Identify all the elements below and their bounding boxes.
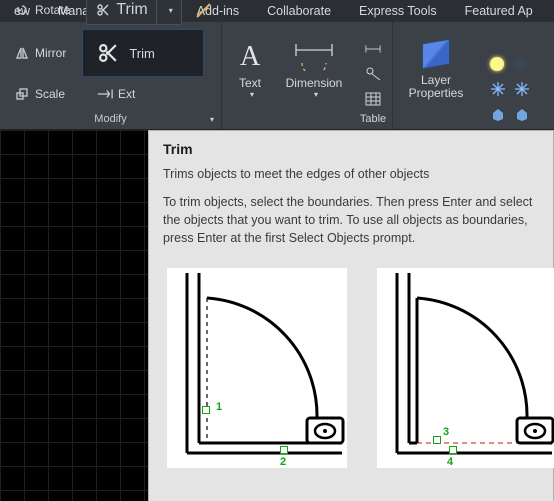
marker-1: 1 xyxy=(216,401,222,413)
tooltip-figures: 1 2 xyxy=(161,268,541,468)
pick-marker xyxy=(449,446,457,454)
drawing-canvas[interactable]: Trim Trims objects to meet the edges of … xyxy=(0,130,554,501)
grid-background xyxy=(0,130,148,501)
rotate-label: Rotate xyxy=(35,3,70,17)
marker-4: 4 xyxy=(447,456,453,468)
layer-properties-button[interactable]: Layer Properties xyxy=(402,27,470,107)
panel-text: A Text ▾ xyxy=(226,22,274,129)
fillet-icon[interactable] xyxy=(196,2,212,18)
layers-icon xyxy=(422,34,450,74)
rotate-icon xyxy=(14,2,30,18)
tooltip-body: To trim objects, select the boundaries. … xyxy=(163,193,541,247)
chevron-down-icon: ▾ xyxy=(314,90,318,99)
menu-item[interactable]: Express Tools xyxy=(345,1,451,21)
layer-freeze-icon[interactable] xyxy=(490,81,506,97)
extend-label: Ext xyxy=(118,87,135,101)
extend-button[interactable]: Ext xyxy=(91,81,141,107)
panel-modify: Rotate Trim ▾ Mirror xyxy=(0,22,222,129)
leader-icon[interactable] xyxy=(365,66,381,82)
scale-label: Scale xyxy=(35,87,65,101)
panel-annot-extras: Table xyxy=(354,22,393,129)
trim-dropdown-option[interactable]: Trim xyxy=(82,29,204,77)
svg-text:A: A xyxy=(240,41,261,71)
scale-icon xyxy=(14,86,30,102)
extend-icon xyxy=(97,86,113,102)
dimension-label: Dimension xyxy=(286,76,343,90)
trim-label: Trim xyxy=(116,1,147,19)
mirror-button[interactable]: Mirror xyxy=(8,40,72,66)
layer-unlock-icon[interactable] xyxy=(514,107,530,123)
mirror-label: Mirror xyxy=(35,46,66,60)
table-button[interactable] xyxy=(365,91,381,107)
table-label: Table xyxy=(360,113,386,125)
scissors-icon xyxy=(95,2,111,18)
layer-thaw-icon[interactable] xyxy=(514,81,530,97)
tooltip-summary: Trims objects to meet the edges of other… xyxy=(163,165,541,183)
marker-3: 3 xyxy=(443,426,449,438)
panel-dimension: Dimension ▾ xyxy=(274,22,354,129)
trim-split-button[interactable]: Trim ▾ xyxy=(86,0,181,25)
chevron-down-icon: ▾ xyxy=(250,90,254,99)
tooltip-figure-before: 1 2 xyxy=(167,268,347,468)
trim-option-label: Trim xyxy=(129,46,155,61)
layer-lock-icon[interactable] xyxy=(490,107,506,123)
table-icon xyxy=(365,91,381,107)
tooltip-figure-after: 3 4 xyxy=(377,268,554,468)
dimension-icon xyxy=(292,36,336,76)
layer-off-icon[interactable] xyxy=(512,57,526,71)
tooltip-trim: Trim Trims objects to meet the edges of … xyxy=(148,130,554,501)
text-label: Text xyxy=(239,76,261,90)
chevron-down-icon: ▾ xyxy=(169,6,173,15)
dimension-button[interactable]: Dimension ▾ xyxy=(276,27,352,107)
mirror-icon xyxy=(14,45,30,61)
panel-layer-controls xyxy=(479,22,541,129)
pick-marker xyxy=(280,446,288,454)
marker-2: 2 xyxy=(280,456,286,468)
panel-layer-properties: Layer Properties xyxy=(393,22,479,129)
rotate-button[interactable]: Rotate xyxy=(8,0,76,23)
text-button[interactable]: A Text ▾ xyxy=(230,27,270,107)
panel-title-modify: Modify xyxy=(94,113,126,125)
scale-button[interactable]: Scale xyxy=(8,81,71,107)
tooltip-title: Trim xyxy=(163,141,541,157)
scissors-icon xyxy=(97,42,119,64)
menu-item[interactable]: Featured Ap xyxy=(451,1,547,21)
layer-properties-label: Layer Properties xyxy=(402,74,470,100)
ribbon: Rotate Trim ▾ Mirror xyxy=(0,22,554,130)
pick-marker xyxy=(433,436,441,444)
layer-on-icon[interactable] xyxy=(490,57,504,71)
pick-marker xyxy=(202,406,210,414)
text-icon: A xyxy=(237,36,263,76)
linear-dim-icon[interactable] xyxy=(365,41,381,57)
panel-expand-icon[interactable]: ▾ xyxy=(210,115,214,124)
menu-item[interactable]: Collaborate xyxy=(253,1,345,21)
